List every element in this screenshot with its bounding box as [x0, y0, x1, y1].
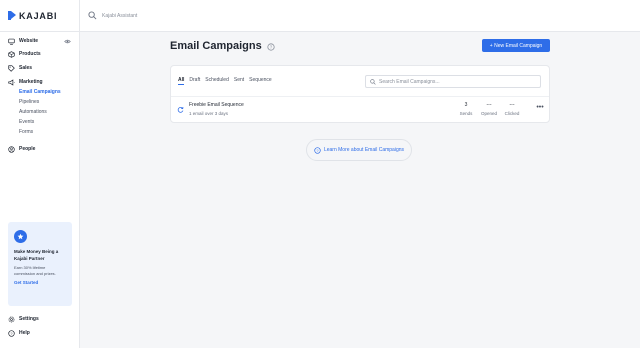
clicked-value: ---: [509, 102, 515, 108]
sidebar: Website Products Sales Marketing Email C…: [0, 32, 80, 348]
sidebar-item-products[interactable]: Products: [8, 49, 41, 59]
clicked-label: Clicked: [504, 111, 520, 116]
learn-more-text: Learn More about Email Campaigns: [323, 147, 405, 153]
top-bar: KAJABI Kajabi Assistant: [0, 0, 640, 32]
campaign-search[interactable]: [365, 75, 541, 88]
sidebar-subitem-pipelines[interactable]: Pipelines: [19, 98, 39, 106]
sidebar-item-label: Settings: [19, 316, 39, 322]
sidebar-item-marketing[interactable]: Marketing: [8, 77, 43, 87]
sidebar-item-label: People: [19, 146, 36, 152]
sidebar-item-settings[interactable]: Settings: [8, 314, 39, 324]
campaign-meta: 1 email over 3 days: [189, 111, 229, 116]
promo-title: Make Money Being a Kajabi Partner: [14, 249, 59, 261]
campaigns-card: All Draft Scheduled Sent Sequence Freebi…: [170, 65, 550, 123]
sidebar-item-label: Website: [19, 38, 39, 44]
monitor-icon: [8, 38, 15, 45]
tab-scheduled[interactable]: Scheduled: [205, 77, 229, 85]
eye-icon[interactable]: [64, 38, 71, 45]
people-icon: [8, 145, 15, 153]
tag-icon: [8, 64, 15, 72]
more-options-icon[interactable]: •••: [535, 104, 545, 111]
help-icon: ?: [8, 329, 15, 337]
new-email-campaign-button[interactable]: + New Email Campaign: [482, 39, 550, 52]
tab-all[interactable]: All: [178, 77, 185, 85]
sequence-icon: [177, 106, 184, 113]
tab-draft[interactable]: Draft: [189, 77, 200, 85]
search-input[interactable]: [379, 78, 529, 85]
partner-promo-card: Make Money Being a Kajabi Partner Earn 3…: [8, 222, 72, 306]
opened-stat: --- Opened: [479, 102, 499, 116]
sidebar-subitem-automations[interactable]: Automations: [19, 108, 47, 116]
filter-tabs: All Draft Scheduled Sent Sequence: [178, 77, 277, 85]
svg-text:?: ?: [10, 331, 12, 335]
sends-value: 3: [464, 102, 468, 108]
brand-logo[interactable]: KAJABI: [0, 0, 80, 32]
campaign-name[interactable]: Freebie Email Sequence: [189, 102, 244, 108]
opened-value: ---: [486, 102, 492, 108]
sidebar-item-label: Help: [19, 330, 30, 336]
page-title: Email Campaigns: [170, 40, 262, 52]
box-icon: [8, 50, 15, 58]
gear-icon: [8, 316, 15, 322]
star-badge-icon: [14, 230, 27, 243]
sidebar-item-label: Sales: [19, 65, 33, 71]
assistant-placeholder: Kajabi Assistant: [102, 12, 138, 19]
assistant-search[interactable]: Kajabi Assistant: [80, 0, 137, 32]
search-icon: [370, 78, 376, 85]
sidebar-item-label: Marketing: [19, 79, 43, 85]
svg-text:?: ?: [269, 45, 272, 50]
clicked-stat: --- Clicked: [502, 102, 522, 116]
kajabi-logo-icon: [8, 11, 16, 20]
sidebar-item-label: Products: [19, 51, 41, 57]
sidebar-subitem-forms[interactable]: Forms: [19, 128, 33, 136]
sidebar-subitem-email-campaigns[interactable]: Email Campaigns: [19, 88, 61, 96]
sidebar-subitem-events[interactable]: Events: [19, 118, 34, 126]
campaign-row[interactable]: Freebie Email Sequence 1 email over 3 da…: [171, 97, 549, 123]
sidebar-item-help[interactable]: ? Help: [8, 328, 30, 338]
brand-name: KAJABI: [19, 10, 58, 21]
search-icon: [88, 11, 97, 20]
help-icon[interactable]: ?: [267, 43, 275, 51]
help-icon: ?: [314, 146, 321, 154]
tab-sent[interactable]: Sent: [234, 77, 244, 85]
sends-stat: 3 Sends: [456, 102, 476, 116]
sidebar-item-sales[interactable]: Sales: [8, 63, 32, 73]
tab-sequence[interactable]: Sequence: [249, 77, 272, 85]
promo-body: Earn 30% lifetime commission and prizes.: [14, 265, 56, 276]
sidebar-item-website[interactable]: Website: [8, 36, 38, 46]
learn-more-link[interactable]: ? Learn More about Email Campaigns: [306, 139, 412, 161]
megaphone-icon: [8, 78, 15, 86]
promo-get-started-link[interactable]: Get Started: [14, 280, 66, 285]
svg-text:?: ?: [316, 148, 318, 152]
opened-label: Opened: [480, 111, 497, 116]
sidebar-item-people[interactable]: People: [8, 144, 35, 154]
page-header: Email Campaigns ?: [170, 38, 275, 54]
sends-label: Sends: [459, 111, 473, 116]
